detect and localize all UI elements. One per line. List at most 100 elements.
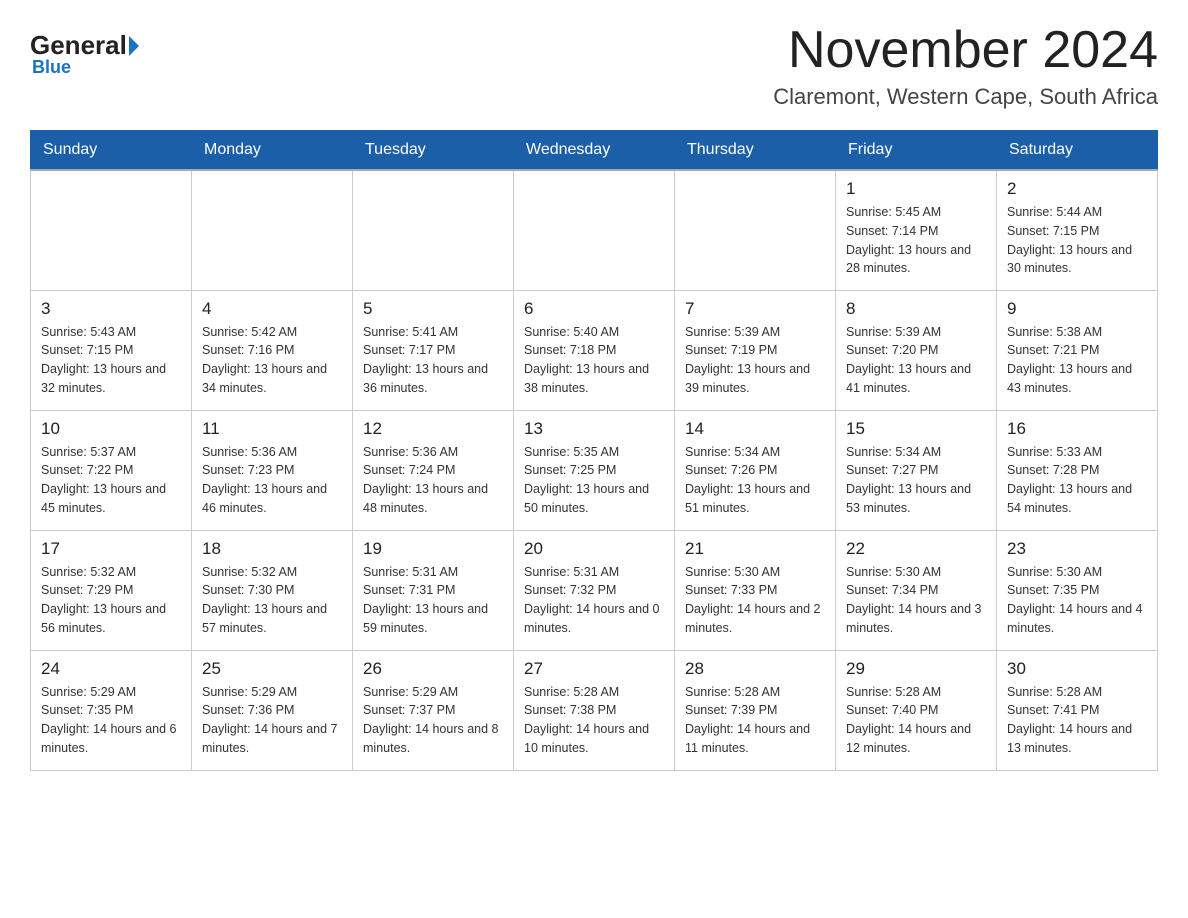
day-number: 3 xyxy=(41,299,181,319)
day-info: Sunrise: 5:36 AMSunset: 7:24 PMDaylight:… xyxy=(363,443,503,518)
logo-blue: Blue xyxy=(32,57,71,78)
day-number: 10 xyxy=(41,419,181,439)
calendar-cell: 27 Sunrise: 5:28 AMSunset: 7:38 PMDayligh… xyxy=(514,650,675,770)
calendar-cell xyxy=(675,170,836,290)
day-info: Sunrise: 5:39 AMSunset: 7:20 PMDaylight:… xyxy=(846,323,986,398)
calendar-title: November 2024 xyxy=(773,20,1158,80)
day-info: Sunrise: 5:36 AMSunset: 7:23 PMDaylight:… xyxy=(202,443,342,518)
calendar-cell: 11 Sunrise: 5:36 AMSunset: 7:23 PMDayligh… xyxy=(192,410,353,530)
day-number: 11 xyxy=(202,419,342,439)
day-info: Sunrise: 5:29 AMSunset: 7:35 PMDaylight:… xyxy=(41,683,181,758)
day-number: 19 xyxy=(363,539,503,559)
calendar-cell: 22Sunrise: 5:30 AMSunset: 7:34 PMDayligh… xyxy=(836,530,997,650)
calendar-cell: 9 Sunrise: 5:38 AMSunset: 7:21 PMDaylight… xyxy=(997,290,1158,410)
day-info: Sunrise: 5:41 AMSunset: 7:17 PMDaylight:… xyxy=(363,323,503,398)
day-number: 27 xyxy=(524,659,664,679)
day-info: Sunrise: 5:28 AMSunset: 7:41 PMDaylight:… xyxy=(1007,683,1147,758)
calendar-cell: 7 Sunrise: 5:39 AMSunset: 7:19 PMDaylight… xyxy=(675,290,836,410)
calendar-header-row: SundayMondayTuesdayWednesdayThursdayFrid… xyxy=(31,131,1158,171)
day-info: Sunrise: 5:29 AMSunset: 7:37 PMDaylight:… xyxy=(363,683,503,758)
calendar-cell: 20 Sunrise: 5:31 AMSunset: 7:32 PMDayligh… xyxy=(514,530,675,650)
day-header-sunday: Sunday xyxy=(31,131,192,171)
day-info: Sunrise: 5:38 AMSunset: 7:21 PMDaylight:… xyxy=(1007,323,1147,398)
day-info: Sunrise: 5:30 AMSunset: 7:33 PMDaylight:… xyxy=(685,563,825,638)
calendar-cell: 16 Sunrise: 5:33 AMSunset: 7:28 PMDayligh… xyxy=(997,410,1158,530)
calendar-cell: 10 Sunrise: 5:37 AMSunset: 7:22 PMDayligh… xyxy=(31,410,192,530)
calendar-cell xyxy=(353,170,514,290)
day-info: Sunrise: 5:28 AMSunset: 7:39 PMDaylight:… xyxy=(685,683,825,758)
day-number: 2 xyxy=(1007,179,1147,199)
calendar-cell: 14 Sunrise: 5:34 AMSunset: 7:26 PMDayligh… xyxy=(675,410,836,530)
day-info: Sunrise: 5:43 AMSunset: 7:15 PMDaylight:… xyxy=(41,323,181,398)
calendar-cell: 24 Sunrise: 5:29 AMSunset: 7:35 PMDayligh… xyxy=(31,650,192,770)
calendar-cell: 12 Sunrise: 5:36 AMSunset: 7:24 PMDayligh… xyxy=(353,410,514,530)
day-info: Sunrise: 5:42 AMSunset: 7:16 PMDaylight:… xyxy=(202,323,342,398)
calendar-cell: 26 Sunrise: 5:29 AMSunset: 7:37 PMDayligh… xyxy=(353,650,514,770)
day-info: Sunrise: 5:28 AMSunset: 7:40 PMDaylight:… xyxy=(846,683,986,758)
calendar-cell: 30Sunrise: 5:28 AMSunset: 7:41 PMDayligh… xyxy=(997,650,1158,770)
calendar-cell: 15 Sunrise: 5:34 AMSunset: 7:27 PMDayligh… xyxy=(836,410,997,530)
calendar-cell: 29 Sunrise: 5:28 AMSunset: 7:40 PMDayligh… xyxy=(836,650,997,770)
day-info: Sunrise: 5:33 AMSunset: 7:28 PMDaylight:… xyxy=(1007,443,1147,518)
calendar-cell: 3 Sunrise: 5:43 AMSunset: 7:15 PMDaylight… xyxy=(31,290,192,410)
day-header-friday: Friday xyxy=(836,131,997,171)
day-number: 13 xyxy=(524,419,664,439)
day-header-wednesday: Wednesday xyxy=(514,131,675,171)
week-row-1: 1 Sunrise: 5:45 AMSunset: 7:14 PMDaylight… xyxy=(31,170,1158,290)
calendar-cell: 1 Sunrise: 5:45 AMSunset: 7:14 PMDaylight… xyxy=(836,170,997,290)
day-info: Sunrise: 5:32 AMSunset: 7:30 PMDaylight:… xyxy=(202,563,342,638)
day-number: 7 xyxy=(685,299,825,319)
day-number: 6 xyxy=(524,299,664,319)
day-info: Sunrise: 5:30 AMSunset: 7:35 PMDaylight:… xyxy=(1007,563,1147,638)
day-number: 20 xyxy=(524,539,664,559)
day-number: 22 xyxy=(846,539,986,559)
day-number: 29 xyxy=(846,659,986,679)
day-header-thursday: Thursday xyxy=(675,131,836,171)
day-header-tuesday: Tuesday xyxy=(353,131,514,171)
calendar-cell: 18Sunrise: 5:32 AMSunset: 7:30 PMDayligh… xyxy=(192,530,353,650)
day-info: Sunrise: 5:40 AMSunset: 7:18 PMDaylight:… xyxy=(524,323,664,398)
calendar-cell xyxy=(192,170,353,290)
calendar-cell: 13 Sunrise: 5:35 AMSunset: 7:25 PMDayligh… xyxy=(514,410,675,530)
day-info: Sunrise: 5:29 AMSunset: 7:36 PMDaylight:… xyxy=(202,683,342,758)
day-number: 15 xyxy=(846,419,986,439)
day-info: Sunrise: 5:44 AMSunset: 7:15 PMDaylight:… xyxy=(1007,203,1147,278)
day-number: 23 xyxy=(1007,539,1147,559)
day-number: 25 xyxy=(202,659,342,679)
day-number: 28 xyxy=(685,659,825,679)
day-number: 1 xyxy=(846,179,986,199)
day-info: Sunrise: 5:28 AMSunset: 7:38 PMDaylight:… xyxy=(524,683,664,758)
title-area: November 2024 Claremont, Western Cape, S… xyxy=(773,20,1158,110)
calendar-cell: 17Sunrise: 5:32 AMSunset: 7:29 PMDayligh… xyxy=(31,530,192,650)
calendar-cell: 23 Sunrise: 5:30 AMSunset: 7:35 PMDayligh… xyxy=(997,530,1158,650)
day-info: Sunrise: 5:34 AMSunset: 7:26 PMDaylight:… xyxy=(685,443,825,518)
day-header-saturday: Saturday xyxy=(997,131,1158,171)
day-number: 26 xyxy=(363,659,503,679)
calendar-cell: 21 Sunrise: 5:30 AMSunset: 7:33 PMDayligh… xyxy=(675,530,836,650)
day-number: 12 xyxy=(363,419,503,439)
day-number: 21 xyxy=(685,539,825,559)
day-info: Sunrise: 5:35 AMSunset: 7:25 PMDaylight:… xyxy=(524,443,664,518)
week-row-2: 3 Sunrise: 5:43 AMSunset: 7:15 PMDaylight… xyxy=(31,290,1158,410)
day-number: 8 xyxy=(846,299,986,319)
day-info: Sunrise: 5:34 AMSunset: 7:27 PMDaylight:… xyxy=(846,443,986,518)
day-info: Sunrise: 5:31 AMSunset: 7:32 PMDaylight:… xyxy=(524,563,664,638)
day-number: 24 xyxy=(41,659,181,679)
day-number: 16 xyxy=(1007,419,1147,439)
calendar-cell: 8 Sunrise: 5:39 AMSunset: 7:20 PMDaylight… xyxy=(836,290,997,410)
week-row-4: 17Sunrise: 5:32 AMSunset: 7:29 PMDayligh… xyxy=(31,530,1158,650)
day-info: Sunrise: 5:32 AMSunset: 7:29 PMDaylight:… xyxy=(41,563,181,638)
calendar-subtitle: Claremont, Western Cape, South Africa xyxy=(773,84,1158,110)
day-number: 14 xyxy=(685,419,825,439)
logo: General Blue xyxy=(30,30,139,78)
week-row-5: 24 Sunrise: 5:29 AMSunset: 7:35 PMDayligh… xyxy=(31,650,1158,770)
day-info: Sunrise: 5:37 AMSunset: 7:22 PMDaylight:… xyxy=(41,443,181,518)
calendar-cell xyxy=(31,170,192,290)
calendar-table: SundayMondayTuesdayWednesdayThursdayFrid… xyxy=(30,130,1158,771)
week-row-3: 10 Sunrise: 5:37 AMSunset: 7:22 PMDayligh… xyxy=(31,410,1158,530)
day-number: 9 xyxy=(1007,299,1147,319)
day-info: Sunrise: 5:45 AMSunset: 7:14 PMDaylight:… xyxy=(846,203,986,278)
calendar-cell: 6 Sunrise: 5:40 AMSunset: 7:18 PMDaylight… xyxy=(514,290,675,410)
calendar-cell: 25 Sunrise: 5:29 AMSunset: 7:36 PMDayligh… xyxy=(192,650,353,770)
day-info: Sunrise: 5:39 AMSunset: 7:19 PMDaylight:… xyxy=(685,323,825,398)
